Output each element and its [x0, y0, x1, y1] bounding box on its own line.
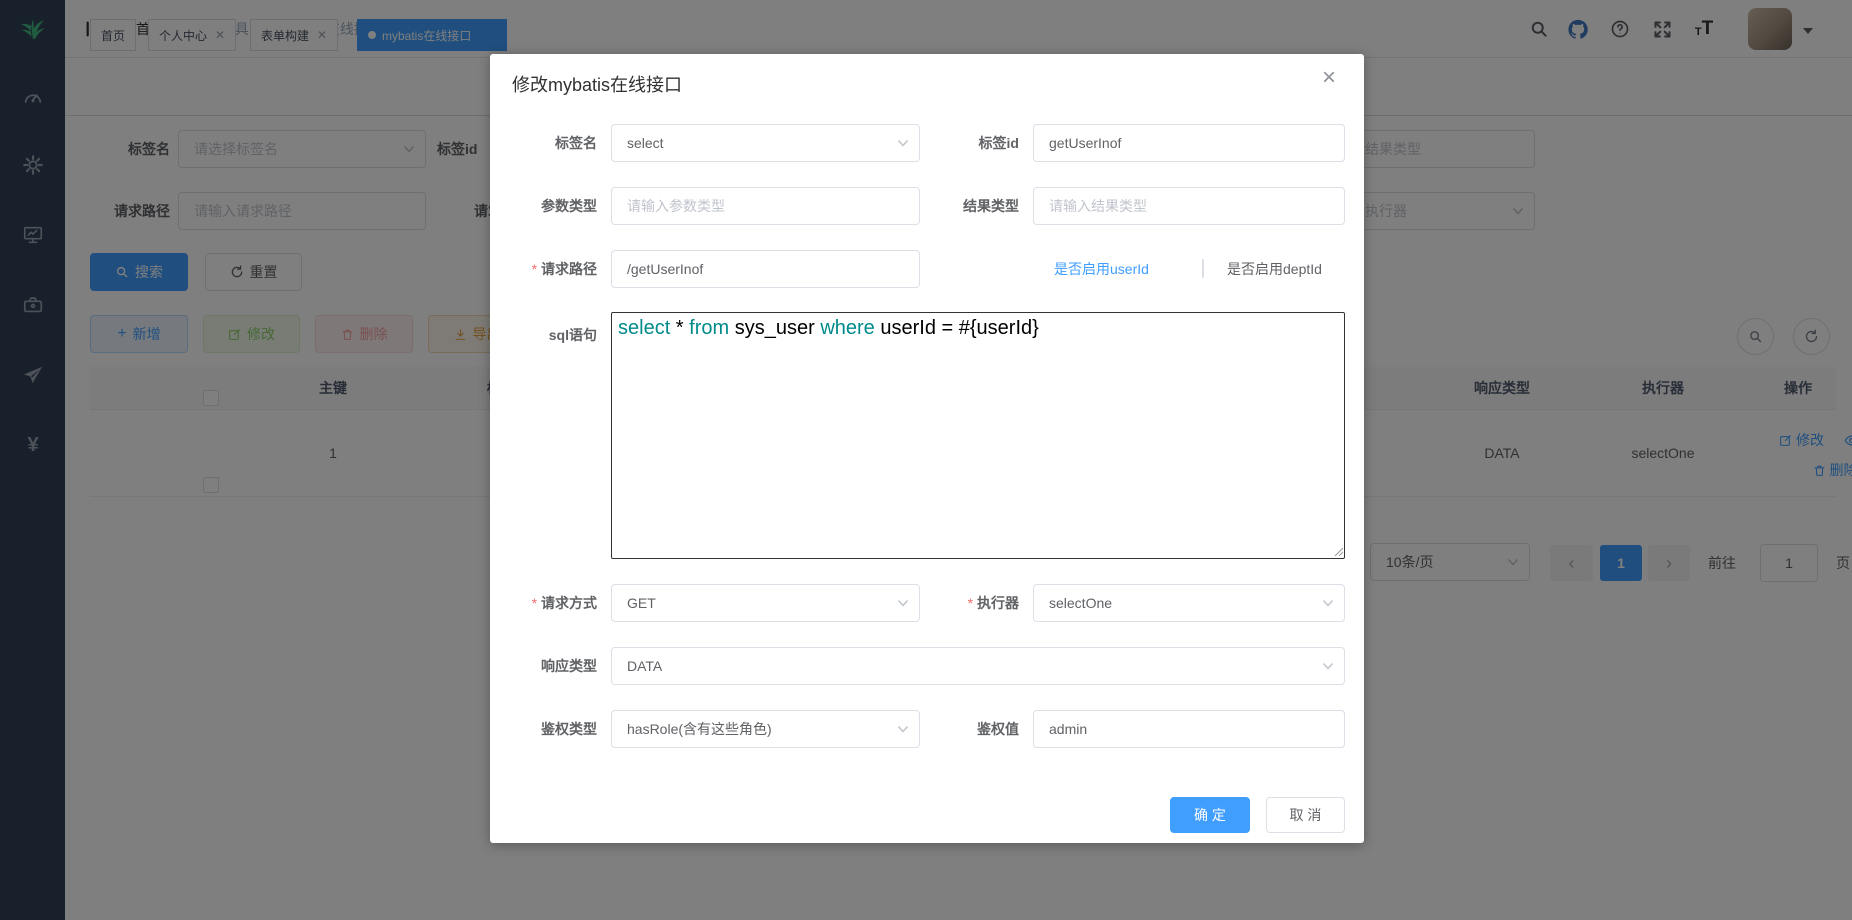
chevron-down-icon: [1322, 598, 1334, 608]
tag-id-input[interactable]: [1033, 124, 1345, 162]
tag-name-select[interactable]: select: [611, 124, 920, 162]
cancel-button[interactable]: 取 消: [1266, 797, 1345, 833]
dialog-title: 修改mybatis在线接口: [512, 71, 682, 97]
select-value: hasRole(含有这些角色): [627, 721, 772, 737]
path-label: 请求路径: [490, 250, 597, 288]
path-input[interactable]: [611, 250, 920, 288]
select-value: selectOne: [1049, 595, 1112, 611]
button-label: 确 定: [1194, 805, 1226, 825]
auth-value-input[interactable]: [1033, 710, 1345, 748]
chevron-down-icon: [897, 598, 909, 608]
chevron-down-icon: [1322, 661, 1334, 671]
auth-type-label: 鉴权类型: [490, 710, 597, 748]
select-value: DATA: [627, 658, 662, 674]
method-select[interactable]: GET: [611, 584, 920, 622]
executor-select[interactable]: selectOne: [1033, 584, 1345, 622]
result-type-label: 结果类型: [910, 187, 1019, 225]
confirm-button[interactable]: 确 定: [1170, 797, 1250, 833]
auth-type-select[interactable]: hasRole(含有这些角色): [611, 710, 920, 748]
tag-name-label: 标签名: [490, 124, 597, 162]
chevron-down-icon: [897, 724, 909, 734]
resp-type-select[interactable]: DATA: [611, 647, 1345, 685]
method-label: 请求方式: [490, 584, 597, 622]
edit-dialog: 修改mybatis在线接口 × 标签名 select 标签id 参数类型 结果类…: [490, 54, 1364, 843]
select-value: select: [627, 135, 664, 151]
param-type-label: 参数类型: [490, 187, 597, 225]
enable-deptid-checkbox[interactable]: [1202, 259, 1204, 278]
sql-editor[interactable]: select * from sys_user where userId = #{…: [611, 312, 1345, 559]
resize-handle-icon[interactable]: [1333, 546, 1343, 556]
auth-value-label: 鉴权值: [910, 710, 1019, 748]
select-value: GET: [627, 595, 656, 611]
enable-userid-label[interactable]: 是否启用userId: [1054, 261, 1149, 278]
dialog-close-icon[interactable]: ×: [1322, 64, 1336, 92]
chevron-down-icon: [897, 138, 909, 148]
resp-type-label: 响应类型: [490, 647, 597, 685]
app-root: ¥ 首页 / 系统工具 / mybatis在线接口 TT: [0, 0, 1852, 920]
button-label: 取 消: [1290, 805, 1322, 825]
result-type-input[interactable]: [1033, 187, 1345, 225]
param-type-input[interactable]: [611, 187, 920, 225]
sql-label: sql语句: [490, 316, 597, 354]
tag-id-label: 标签id: [910, 124, 1019, 162]
enable-deptid-label[interactable]: 是否启用deptId: [1227, 261, 1322, 278]
executor-label: 执行器: [910, 584, 1019, 622]
